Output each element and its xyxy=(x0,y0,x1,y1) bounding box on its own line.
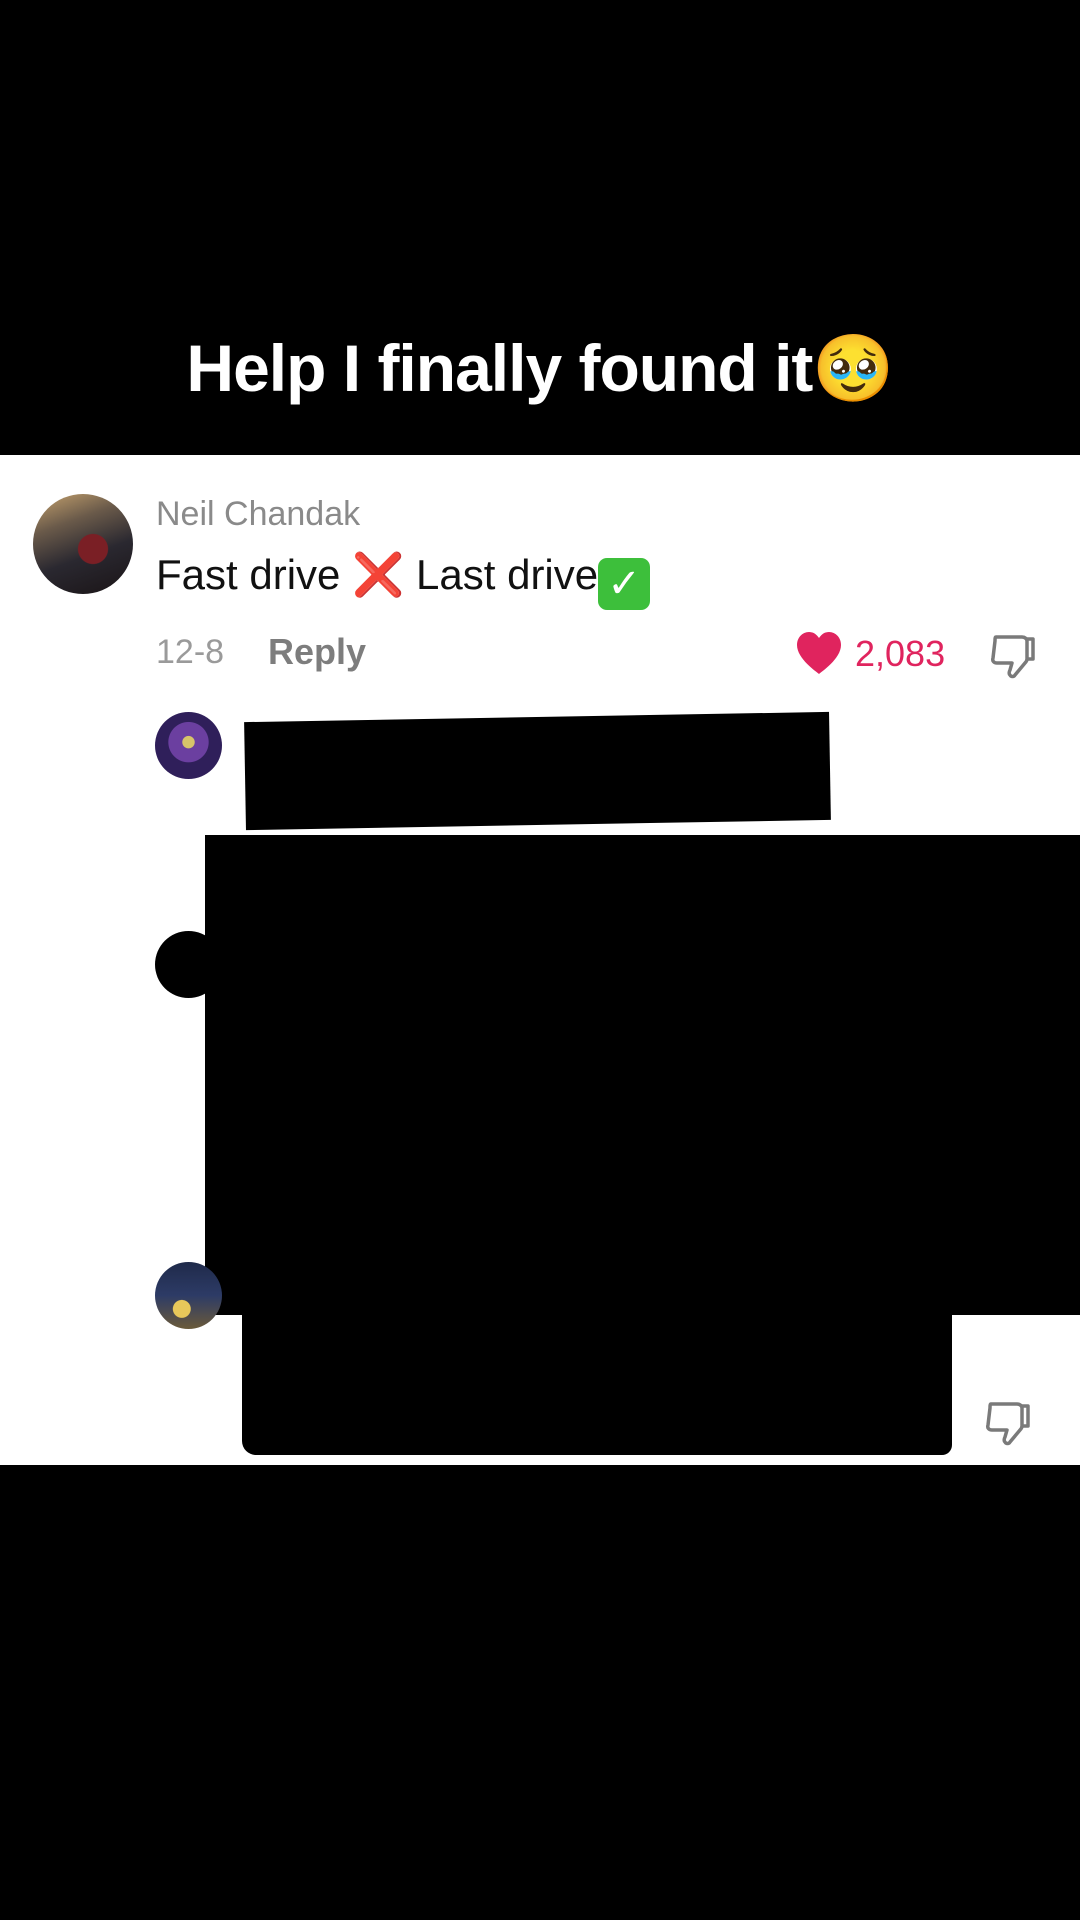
redaction-block xyxy=(205,835,1080,1315)
comment-card: Neil Chandak Fast drive ❌ Last drive ✓ 12… xyxy=(0,455,1080,1465)
redaction-block xyxy=(155,931,222,998)
comment-text-part1: Fast drive xyxy=(156,551,353,598)
like-button[interactable] xyxy=(795,630,843,680)
dislike-button[interactable] xyxy=(988,631,1038,681)
reply-avatar[interactable] xyxy=(155,1262,222,1329)
like-count: 2,083 xyxy=(855,633,946,674)
reply-avatar[interactable] xyxy=(155,712,222,779)
reply-button[interactable]: Reply xyxy=(268,631,366,673)
dislike-button[interactable] xyxy=(983,1398,1033,1448)
comment-date: 12-8 xyxy=(156,633,225,671)
cross-mark-emoji: ❌ xyxy=(352,550,405,599)
comment-text: Fast drive ❌ Last drive ✓ xyxy=(156,550,651,610)
video-caption: Help I finally found it🥹 xyxy=(0,330,1080,408)
caption-text: Help I finally found it xyxy=(186,331,813,405)
check-mark-emoji: ✓ xyxy=(598,558,651,610)
comment-username[interactable]: Neil Chandak xyxy=(156,495,360,534)
thumbs-down-icon xyxy=(991,635,1035,679)
video-background xyxy=(0,1465,1080,1920)
redaction-block xyxy=(242,1305,952,1455)
comment-text-part2: Last drive xyxy=(404,551,599,598)
heart-icon xyxy=(797,632,841,674)
avatar[interactable] xyxy=(33,494,133,594)
caption-emoji: 🥹 xyxy=(812,330,894,407)
redaction-block xyxy=(244,711,831,831)
thumbs-down-icon xyxy=(986,1402,1030,1446)
